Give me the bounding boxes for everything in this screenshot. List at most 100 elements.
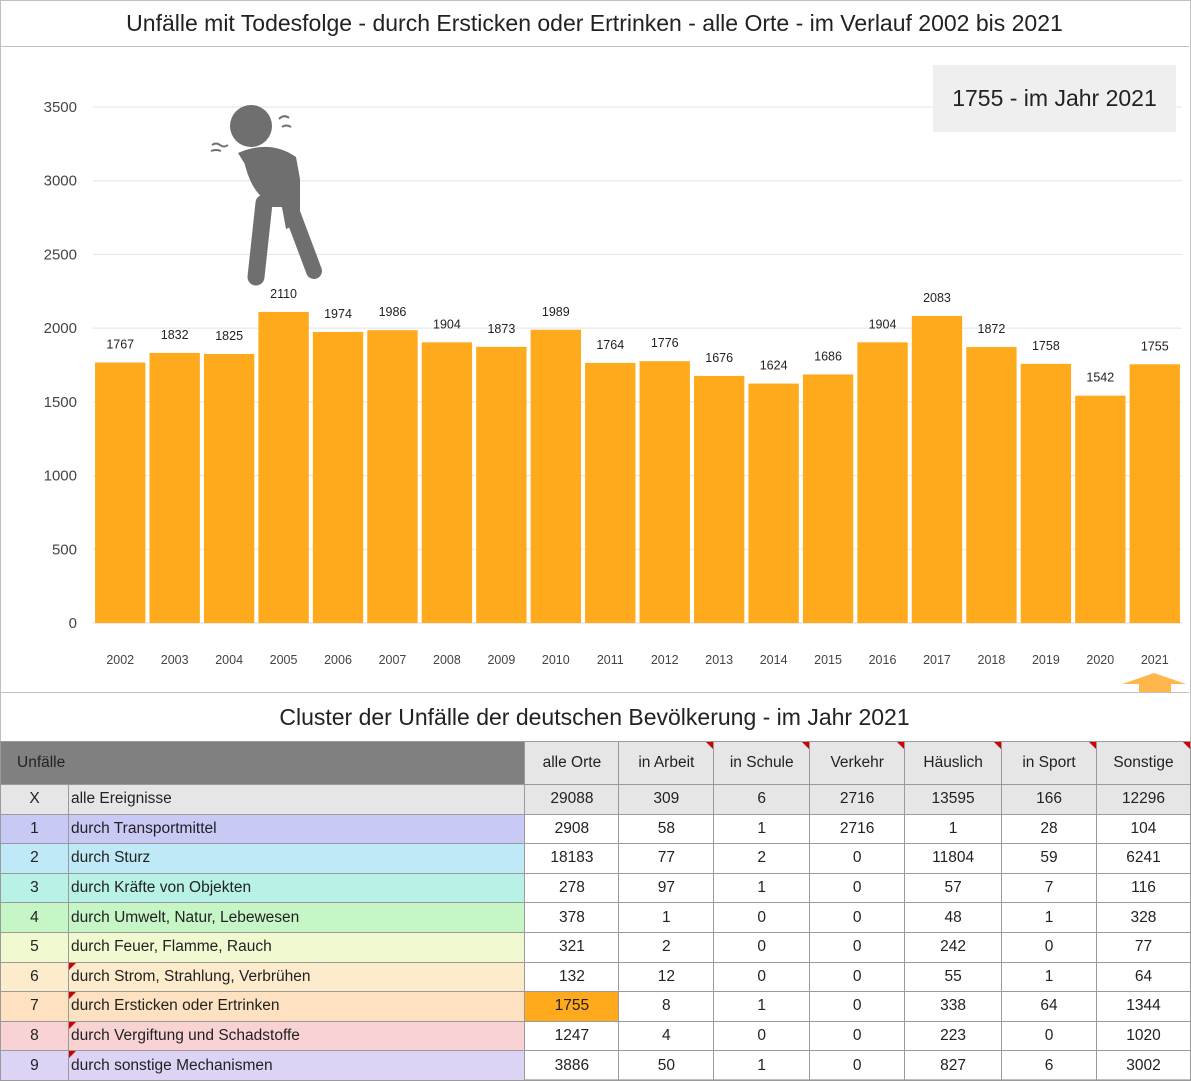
y-tick-label: 2500 — [44, 246, 77, 263]
x-tick-label: 2013 — [705, 653, 733, 667]
data-label: 1767 — [106, 337, 134, 351]
x-tick-label: 2003 — [161, 653, 189, 667]
bar-2010 — [530, 329, 582, 623]
row-label: durch Strom, Strahlung, Verbrühen — [67, 961, 526, 993]
data-label: 1542 — [1086, 371, 1114, 385]
cell-value: 166 — [1001, 784, 1097, 815]
row-index: 9 — [0, 1050, 69, 1081]
row-label: durch Feuer, Flamme, Rauch — [67, 931, 526, 963]
cell-value: 104 — [1095, 813, 1191, 845]
x-tick-label: 2018 — [978, 653, 1006, 667]
data-label: 1755 — [1141, 339, 1169, 353]
cell-value: 309 — [618, 784, 715, 815]
cell-value: 2 — [713, 843, 811, 874]
table-row: 2 durch Sturz 18183 77 2 0 11804 59 6241 — [0, 843, 1191, 874]
cell-value: 827 — [904, 1050, 1003, 1081]
cell-value: 11804 — [904, 843, 1003, 874]
cell-value: 7 — [1001, 872, 1097, 904]
table-row: Xalle Ereignisse 29088 309 6 2716 13595 166 122… — [0, 784, 1191, 815]
bar-2006 — [312, 331, 364, 623]
cell-value: 77 — [618, 843, 715, 874]
table-row: 4 durch Umwelt, Natur, Lebewesen 378 1 0 0 48 1… — [0, 902, 1191, 933]
data-label: 1989 — [542, 305, 570, 319]
data-label: 1904 — [433, 317, 461, 331]
cell-value: 0 — [713, 902, 811, 933]
row-index: 6 — [0, 961, 69, 993]
row-label: durch Sturz — [67, 843, 526, 874]
cell-value: 1 — [713, 813, 811, 845]
data-label: 2110 — [270, 287, 297, 301]
cell-value: 6 — [1001, 1050, 1097, 1081]
row-index: 4 — [0, 902, 69, 933]
cell-value: 8 — [618, 991, 715, 1022]
cell-value: 57 — [904, 872, 1003, 904]
cell-value: 6 — [713, 784, 811, 815]
row-index: 2 — [0, 843, 69, 874]
cell-value: 1344 — [1095, 991, 1191, 1022]
row-index: 5 — [0, 931, 69, 963]
cell-value: 12296 — [1095, 784, 1191, 815]
data-label: 2083 — [923, 291, 951, 305]
data-label: 1764 — [596, 338, 624, 352]
cell-value: 0 — [1001, 931, 1097, 963]
cell-value: 18183 — [524, 843, 620, 874]
highlight-callout: 1755 - im Jahr 2021 — [933, 65, 1176, 132]
chart-area: 0 500 1000 1500 2000 2500 3000 3500 1767 2002 183… — [0, 47, 1189, 693]
col-header-in-schule: in Schule — [713, 741, 811, 785]
bar-2007 — [367, 330, 418, 623]
y-tick-label: 2000 — [44, 320, 77, 337]
data-label: 1776 — [651, 336, 679, 350]
x-tick-label: 2021 — [1141, 653, 1169, 667]
cell-value: 12 — [618, 961, 715, 993]
cell-value: 328 — [1095, 902, 1191, 933]
data-label: 1986 — [379, 305, 407, 319]
cell-value: 1 — [618, 902, 715, 933]
cell-value: 0 — [713, 931, 811, 963]
bar-2020 — [1075, 395, 1126, 623]
cell-value: 0 — [713, 1020, 811, 1052]
cell-value: 0 — [809, 991, 906, 1022]
x-tick-label: 2009 — [487, 653, 515, 667]
data-label: 1758 — [1032, 339, 1060, 353]
table-row: 9 durch sonstige Mechanismen 3886 50 1 0 827 6 3… — [0, 1050, 1191, 1081]
table-row: 3 durch Kräfte von Objekten 278 97 1 0 57 7 116 — [0, 872, 1191, 904]
cell-value: 0 — [809, 843, 906, 874]
cell-value: 338 — [904, 991, 1003, 1022]
cell-value: 77 — [1095, 931, 1191, 963]
cell-value: 116 — [1095, 872, 1191, 904]
y-tick-label: 0 — [69, 615, 77, 632]
row-label: durch Kräfte von Objekten — [67, 872, 526, 904]
y-tick-label: 3000 — [44, 173, 77, 190]
y-tick-label: 500 — [52, 541, 77, 558]
cell-value: 48 — [904, 902, 1003, 933]
x-tick-label: 2007 — [379, 653, 407, 667]
cell-value: 4 — [618, 1020, 715, 1052]
cell-value: 1 — [1001, 961, 1097, 993]
bar-2005 — [258, 311, 309, 623]
cell-value: 50 — [618, 1050, 715, 1081]
col-header-sonstige: Sonstige — [1095, 741, 1191, 785]
y-tick-label: 3500 — [44, 99, 77, 116]
cell-value: 28 — [1001, 813, 1097, 845]
data-label: 1676 — [705, 351, 733, 365]
x-tick-label: 2016 — [869, 653, 897, 667]
row-label: alle Ereignisse — [67, 784, 526, 815]
x-tick-label: 2006 — [324, 653, 352, 667]
row-label: durch Umwelt, Natur, Lebewesen — [67, 902, 526, 933]
bar-chart: 0 500 1000 1500 2000 2500 3000 3500 1767 2002 183… — [44, 99, 1186, 692]
x-tick-label: 2014 — [760, 653, 788, 667]
data-label: 1825 — [215, 329, 243, 343]
cell-value: 378 — [524, 902, 620, 933]
col-header-verkehr: Verkehr — [809, 741, 906, 785]
bar-2011 — [585, 362, 636, 623]
table-row: 7 durch Ersticken oder Ertrinken 1755 8 1 0 33… — [0, 991, 1191, 1022]
cell-value: 64 — [1095, 961, 1191, 993]
x-tick-label: 2020 — [1086, 653, 1114, 667]
cell-value: 0 — [809, 961, 906, 993]
x-tick-label: 2008 — [433, 653, 461, 667]
cell-value: 0 — [809, 1050, 906, 1081]
data-label: 1832 — [161, 328, 189, 342]
header-unfaelle: Unfälle — [0, 741, 69, 785]
x-tick-label: 2010 — [542, 653, 570, 667]
y-tick-label: 1500 — [44, 394, 77, 411]
